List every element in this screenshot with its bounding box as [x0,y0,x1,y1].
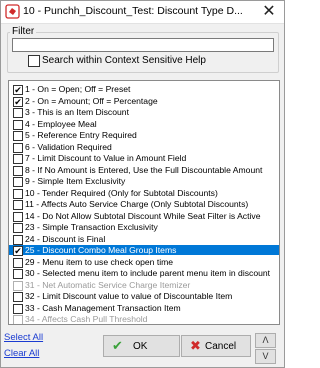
option-label: 14 - Do Not Allow Subtotal Discount Whil… [25,210,261,221]
option-label: 29 - Menu item to use check open time [25,256,174,267]
option-checkbox[interactable] [13,292,23,302]
app-icon [5,4,20,19]
option-label: 6 - Validation Required [25,141,112,152]
option-checkbox[interactable] [13,211,23,222]
context-sensitive-label: Search within Context Sensitive Help [42,55,206,66]
list-item[interactable]: ✔ 1 - On = Open; Off = Preset [9,84,279,95]
list-item[interactable]: 30 - Selected menu item to include paren… [9,268,279,279]
list-item[interactable]: 32 - Limit Discount value to value of Di… [9,291,279,302]
option-label: 7 - Limit Discount to Value in Amount Fi… [25,153,187,163]
discount-type-dialog: 10 - Punchh_Discount_Test: Discount Type… [0,0,285,368]
option-label: 25 - Discount Combo Meal Group Items [25,245,177,255]
move-down-button[interactable]: V [255,349,276,364]
option-checkbox[interactable] [13,257,23,268]
option-label: 4 - Employee Meal [25,118,97,129]
option-label: 23 - Simple Transaction Exclusivity [25,222,158,232]
list-item[interactable]: 4 - Employee Meal [9,118,279,130]
option-checkbox[interactable] [13,280,23,291]
option-checkbox[interactable]: ✔ [13,246,23,256]
cancel-icon: ✖ [190,338,201,353]
option-checkbox[interactable] [13,131,23,141]
option-label: 2 - On = Amount; Off = Percentage [25,95,158,106]
list-item[interactable]: 8 - If No Amount is Entered, Use the Ful… [9,164,279,176]
list-item[interactable]: 24 - Discount is Final [9,233,279,245]
option-checkbox[interactable] [13,269,23,279]
checkmark-icon: ✔ [112,338,123,353]
title-bar: 10 - Punchh_Discount_Test: Discount Type… [1,1,284,24]
option-checkbox[interactable] [13,142,23,153]
option-label: 1 - On = Open; Off = Preset [25,84,131,94]
list-item[interactable]: 29 - Menu item to use check open time [9,256,279,268]
select-all-link[interactable]: Select All [4,332,43,343]
move-up-button[interactable]: Λ [255,333,276,348]
option-checkbox[interactable] [13,234,23,245]
list-item[interactable]: 3 - This is an Item Discount [9,107,279,118]
option-checkbox[interactable] [13,108,23,118]
option-checkbox[interactable]: ✔ [13,85,23,95]
option-checkbox[interactable] [13,188,23,199]
option-label: 33 - Cash Management Transaction Item [25,302,181,313]
option-label: 30 - Selected menu item to include paren… [25,268,271,278]
list-item[interactable]: 10 - Tender Required (Only for Subtotal … [9,187,279,199]
option-label: 8 - If No Amount is Entered, Use the Ful… [25,164,263,175]
option-checkbox[interactable] [13,223,23,233]
cancel-label: Cancel [205,341,237,352]
list-item[interactable]: ✔ 25 - Discount Combo Meal Group Items [9,245,279,256]
option-checkbox[interactable] [13,154,23,164]
context-sensitive-checkbox[interactable] [28,55,40,67]
list-item[interactable]: 34 - Affects Cash Pull Threshold [9,314,279,324]
ok-button[interactable]: ✔ OK [103,335,180,357]
option-label: 9 - Simple Item Exclusivity [25,176,126,186]
option-label: 5 - Reference Entry Required [25,130,137,140]
window-title: 10 - Punchh_Discount_Test: Discount Type… [23,5,243,17]
option-label: 34 - Affects Cash Pull Threshold [25,314,148,324]
list-item[interactable]: ✔ 2 - On = Amount; Off = Percentage [9,95,279,107]
ok-label: OK [133,341,148,352]
filter-input[interactable] [12,38,274,52]
option-label: 24 - Discount is Final [25,233,106,244]
option-checkbox[interactable] [13,165,23,176]
list-item[interactable]: 31 - Net Automatic Service Charge Itemiz… [9,279,279,291]
option-label: 31 - Net Automatic Service Charge Itemiz… [25,279,191,290]
list-item[interactable]: 7 - Limit Discount to Value in Amount Fi… [9,153,279,164]
option-checkbox[interactable] [13,200,23,210]
list-item[interactable]: 5 - Reference Entry Required [9,130,279,141]
option-label: 3 - This is an Item Discount [25,107,129,117]
option-checkbox[interactable] [13,177,23,187]
list-item[interactable]: 11 - Affects Auto Service Charge (Only S… [9,199,279,210]
filter-legend: Filter [10,26,37,37]
close-icon[interactable]: ✕ [258,2,280,21]
list-item[interactable]: 23 - Simple Transaction Exclusivity [9,222,279,233]
option-label: 11 - Affects Auto Service Charge (Only S… [25,199,249,209]
cancel-button[interactable]: ✖ Cancel [181,335,251,357]
list-item[interactable]: 6 - Validation Required [9,141,279,153]
options-list[interactable]: ✔ 1 - On = Open; Off = Preset ✔ 2 - On = Am… [8,80,280,325]
option-label: 32 - Limit Discount value to value of Di… [25,291,233,301]
list-item[interactable]: 33 - Cash Management Transaction Item [9,302,279,314]
list-item[interactable]: 14 - Do Not Allow Subtotal Discount Whil… [9,210,279,222]
option-checkbox[interactable] [13,303,23,314]
option-checkbox[interactable]: ✔ [13,96,23,107]
option-checkbox[interactable] [13,119,23,130]
option-checkbox[interactable] [13,315,23,324]
option-label: 10 - Tender Required (Only for Subtotal … [25,187,218,198]
list-item[interactable]: 9 - Simple Item Exclusivity [9,176,279,187]
clear-all-link[interactable]: Clear All [4,348,39,359]
